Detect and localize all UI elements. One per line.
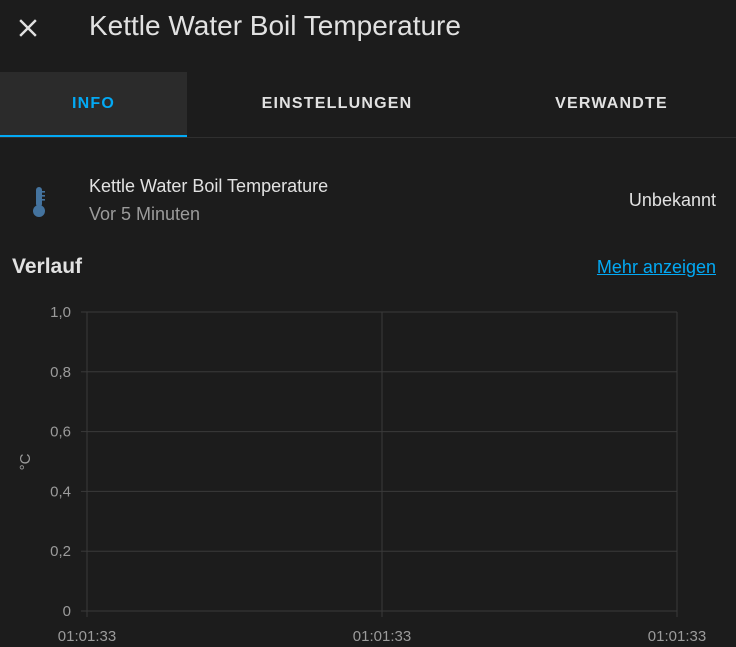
close-icon xyxy=(19,19,37,37)
history-title: Verlauf xyxy=(12,255,83,278)
dialog-header: Kettle Water Boil Temperature xyxy=(0,0,736,56)
entity-row: Kettle Water Boil Temperature Vor 5 Minu… xyxy=(0,165,736,235)
tab-related-label: VERWANDTE xyxy=(555,95,668,112)
close-button[interactable] xyxy=(4,4,52,52)
dialog-title: Kettle Water Boil Temperature xyxy=(89,10,461,41)
tab-info[interactable]: INFO xyxy=(0,72,187,137)
tab-bar: INFO EINSTELLUNGEN VERWANDTE xyxy=(0,72,736,138)
x-axis-ticks: 01:01:33 01:01:33 01:01:33 xyxy=(58,628,706,645)
y-tick-label: 1,0 xyxy=(50,304,71,321)
entity-name: Kettle Water Boil Temperature xyxy=(89,176,329,196)
entity-state: Unbekannt xyxy=(628,190,716,210)
y-axis-label: °C xyxy=(17,453,34,470)
y-tick-label: 0,4 xyxy=(50,483,71,500)
more-info-dialog: Kettle Water Boil Temperature INFO EINST… xyxy=(0,0,736,647)
y-tick-label: 0,2 xyxy=(50,543,71,560)
tab-settings[interactable]: EINSTELLUNGEN xyxy=(187,72,487,136)
x-tick-label: 01:01:33 xyxy=(58,628,116,645)
tab-info-label: INFO xyxy=(71,95,116,112)
thermometer-icon xyxy=(33,187,45,217)
y-tick-label: 0,8 xyxy=(50,364,71,381)
x-tick-label: 01:01:33 xyxy=(648,628,706,645)
chart-grid xyxy=(81,311,678,617)
chart-svg: 00,20,40,60,81,0 01:01:33 01:01:33 01:01:3… xyxy=(17,304,706,645)
entity-last-changed: Vor 5 Minuten xyxy=(89,204,201,224)
history-chart: 0 0,2 0,4 0,6 0,8 1,0 01:01:33 01:01:33 01:01:3… xyxy=(0,290,736,647)
y-tick-label: 0,6 xyxy=(50,424,71,441)
y-tick-label: 0 xyxy=(63,603,71,620)
show-more-link[interactable]: Mehr anzeigen xyxy=(597,257,716,278)
x-tick-label: 01:01:33 xyxy=(353,628,411,645)
tab-settings-label: EINSTELLUNGEN xyxy=(261,95,413,112)
y-axis-ticks: 0 0,2 0,4 0,6 0,8 1,0 xyxy=(50,304,71,620)
tab-related[interactable]: VERWANDTE xyxy=(487,72,736,136)
